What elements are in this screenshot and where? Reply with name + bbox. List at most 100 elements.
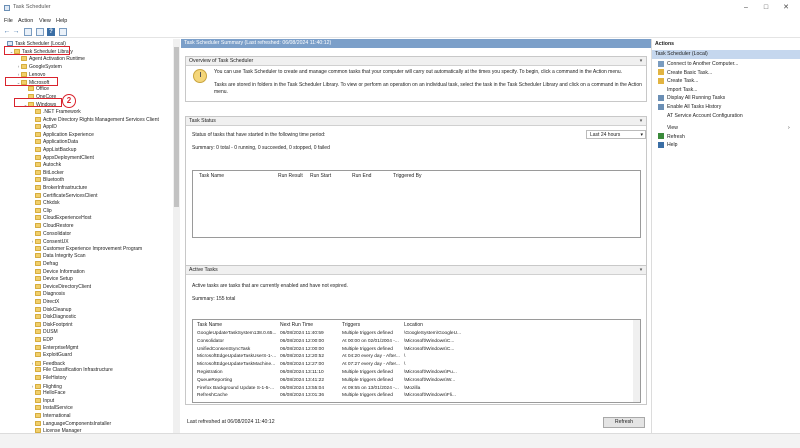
column-header[interactable]: Task Name — [197, 322, 222, 328]
tree-item[interactable]: Bluetooth — [30, 177, 64, 185]
collapse-icon[interactable]: ▾ — [638, 58, 644, 64]
action-item[interactable]: View › — [658, 124, 790, 133]
menu-file[interactable]: File — [4, 18, 13, 24]
tree-item[interactable]: Clip — [30, 208, 52, 216]
action-item[interactable]: Create Basic Task... — [658, 69, 712, 78]
menu-view[interactable]: View — [39, 18, 51, 24]
tree-item[interactable]: CertificateServicesClient — [30, 193, 97, 201]
tree-item[interactable]: Device Information — [30, 269, 85, 277]
tree-item[interactable]: InstallService — [30, 405, 73, 413]
tree-item[interactable]: Data Integrity Scan — [30, 253, 86, 261]
action-item[interactable]: Import Task... — [658, 86, 697, 95]
column-header[interactable]: Run End — [352, 173, 371, 179]
tree-item[interactable]: DirectX — [30, 299, 59, 307]
actions-subheader[interactable]: Task Scheduler (Local) — [652, 50, 800, 59]
tree-item[interactable]: LanguageComponentsInstaller — [30, 421, 111, 429]
tree-item[interactable]: Device Setup — [30, 276, 73, 284]
action-item[interactable]: Connect to Another Computer... — [658, 60, 738, 69]
tree-item[interactable]: Customer Experience Improvement Program — [30, 246, 142, 254]
table-cell: 06/08/2024 13:01:36 — [280, 393, 325, 399]
column-header[interactable]: Triggers — [342, 322, 360, 328]
folder-icon — [35, 375, 41, 381]
tree-item[interactable]: Chkdsk — [30, 200, 60, 208]
table-cell: Registration — [197, 370, 223, 375]
minimize-icon[interactable]: – — [741, 3, 751, 13]
action-item[interactable]: AT Service Account Configuration — [658, 112, 743, 121]
close-icon[interactable]: ✕ — [781, 3, 791, 13]
tree-item[interactable]: Diagnosis — [30, 291, 65, 299]
tree-scrollbar[interactable] — [173, 39, 180, 433]
show-hide-action-pane-icon[interactable] — [59, 28, 67, 36]
show-hide-tree-icon[interactable] — [24, 28, 32, 36]
tree-scrollbar-thumb[interactable] — [174, 47, 179, 207]
tree-item[interactable]: CloudRestore — [30, 223, 74, 231]
tree-item[interactable]: Office — [23, 86, 49, 94]
action-item[interactable]: Refresh — [658, 133, 685, 142]
tree-item[interactable]: › Feedback — [30, 360, 65, 368]
column-header[interactable]: Next Run Time — [280, 322, 313, 328]
task-status-title-bar[interactable]: Task Status ▾ — [186, 117, 646, 126]
tree-item[interactable]: DeviceDirectoryClient — [30, 284, 91, 292]
tree-item[interactable]: DiskFootprint — [30, 322, 72, 330]
action-item[interactable]: Display All Running Tasks — [658, 94, 725, 103]
tree-item[interactable]: EnterpriseMgmt — [30, 345, 78, 353]
clock-icon — [193, 69, 207, 83]
tree-item[interactable]: AppListBackup — [30, 147, 76, 155]
tree-item[interactable]: International — [30, 413, 71, 421]
tree-item[interactable]: Defrag — [30, 261, 58, 269]
tree-item[interactable]: EDP — [30, 337, 53, 345]
tree-item[interactable]: Agent Activation Runtime — [16, 56, 85, 64]
blank-icon — [658, 125, 664, 131]
tree-item[interactable]: BrokerInfrastructure — [30, 185, 87, 193]
forward-icon[interactable]: → — [12, 28, 20, 36]
tree-item[interactable]: .NET Framework — [30, 109, 81, 117]
properties-icon[interactable] — [36, 28, 44, 36]
tree-item[interactable]: Input — [30, 398, 54, 406]
task-scheduler-window: Task Scheduler – □ ✕ File Action View He… — [0, 0, 800, 448]
active-tasks-table[interactable]: Task Name Next Run Time Triggers Locatio… — [192, 319, 641, 403]
tree-item[interactable]: AppxDeploymentClient — [30, 155, 94, 163]
folder-icon — [35, 162, 41, 168]
action-item[interactable]: Help — [658, 141, 677, 150]
column-header[interactable]: Task Name — [199, 173, 224, 179]
overview-title-bar[interactable]: Overview of Task Scheduler ▾ — [186, 57, 646, 66]
tree-item[interactable]: Application Experience — [30, 132, 94, 140]
active-tasks-scrollbar[interactable] — [633, 320, 640, 402]
tree-item[interactable]: Consolidator — [30, 231, 71, 239]
menu-action[interactable]: Action — [18, 18, 33, 24]
tree-item[interactable]: HelloFace — [30, 390, 66, 398]
column-header[interactable]: Run Result — [278, 173, 303, 179]
tree-item[interactable]: Autochk — [30, 162, 61, 170]
menu-help[interactable]: Help — [56, 18, 67, 24]
folder-icon — [35, 245, 41, 251]
task-status-table[interactable]: Task Name Run Result Run Start Run End T… — [192, 170, 641, 238]
tree-item[interactable]: BitLocker — [30, 170, 64, 178]
tree-item[interactable]: ApplicationData — [30, 139, 78, 147]
active-tasks-title-bar[interactable]: Active Tasks ▾ — [186, 266, 646, 275]
tree-item[interactable]: CloudExperienceHost — [30, 215, 91, 223]
maximize-icon[interactable]: □ — [761, 3, 771, 13]
tree-item[interactable]: › Flighting — [30, 383, 62, 391]
tree-item[interactable]: Active Directory Rights Management Servi… — [30, 117, 159, 125]
action-item[interactable]: Create Task... — [658, 77, 698, 86]
collapse-icon[interactable]: ▾ — [638, 267, 644, 273]
time-period-select[interactable]: Last 24 hours ▾ — [586, 130, 646, 139]
back-icon[interactable]: ← — [3, 28, 11, 36]
tree-item[interactable]: DiskCleanup — [30, 307, 71, 315]
tree-item[interactable]: ExploitGuard — [30, 352, 72, 360]
tree-item[interactable]: › ConsentUX — [30, 238, 69, 246]
tree-item[interactable]: FileHistory — [30, 375, 67, 383]
column-header[interactable]: Location — [404, 322, 423, 328]
tree-item[interactable]: DUSM — [30, 329, 58, 337]
toolbar: ← → ? — [0, 26, 800, 38]
column-header[interactable]: Run Start — [310, 173, 331, 179]
action-item[interactable]: Enable All Tasks History — [658, 103, 721, 112]
tree-item[interactable]: File Classification Infrastructure — [30, 367, 113, 375]
tree-item[interactable]: DiskDiagnostic — [30, 314, 76, 322]
tree-item[interactable]: AppID — [30, 124, 57, 132]
tree-item[interactable]: › GoogleSystem — [16, 63, 62, 71]
help-icon[interactable]: ? — [47, 28, 55, 36]
column-header[interactable]: Triggered By — [393, 173, 421, 179]
refresh-button[interactable]: Refresh — [603, 417, 645, 428]
collapse-icon[interactable]: ▾ — [638, 118, 644, 124]
